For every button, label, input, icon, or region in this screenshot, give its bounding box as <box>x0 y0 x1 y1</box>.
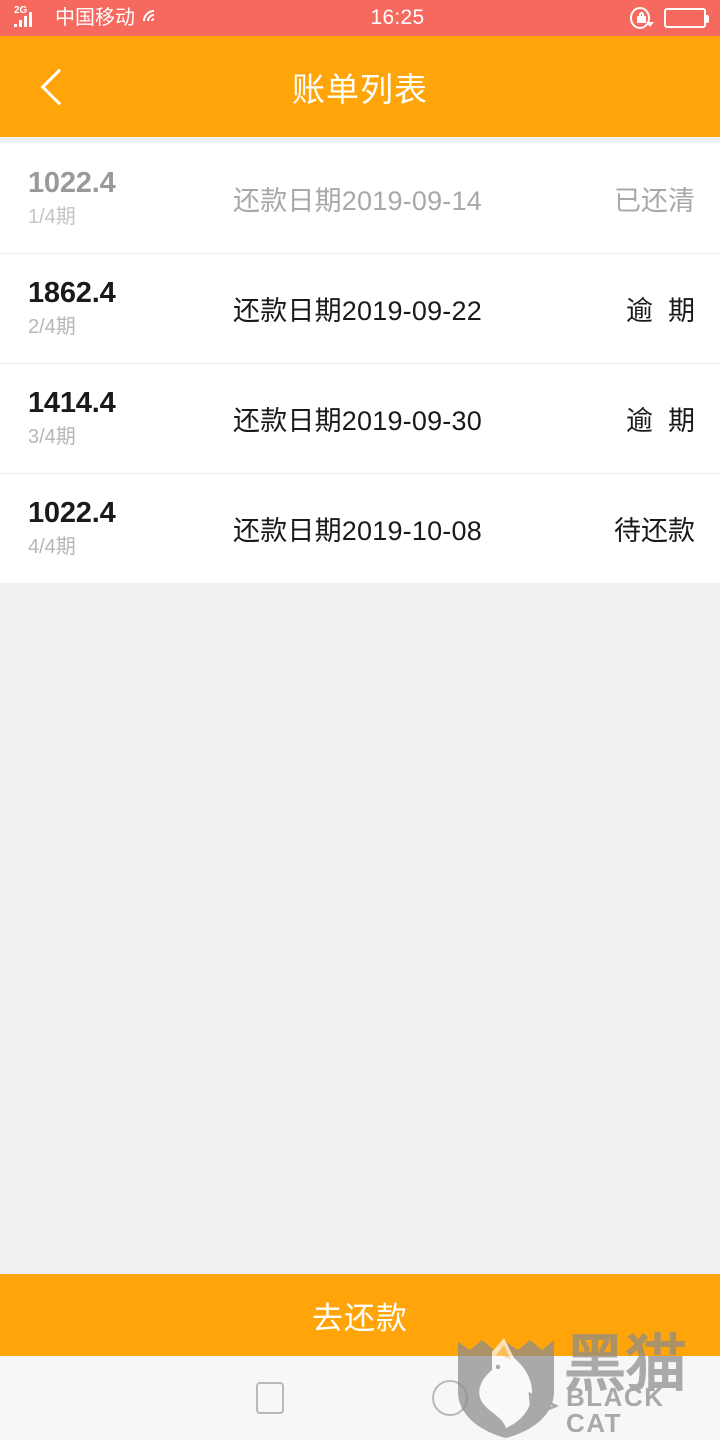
status-bar-right <box>629 6 709 30</box>
row-date-cell: 还款日期2019-09-14 <box>233 179 614 218</box>
signal-bars-glyph <box>14 12 32 27</box>
square-recents-icon <box>256 1382 284 1414</box>
home-button[interactable] <box>360 1380 540 1416</box>
row-amount-cell: 1862.4 2/4期 <box>28 276 233 341</box>
bill-date: 还款日期2019-09-22 <box>233 295 482 326</box>
android-nav-bar <box>0 1356 720 1440</box>
row-status-cell: 已还清 <box>614 179 695 218</box>
back-button[interactable] <box>0 36 110 137</box>
status-bar-left: 2G 中国移动 <box>14 5 170 37</box>
battery-icon <box>664 8 709 28</box>
recents-button[interactable] <box>180 1382 360 1414</box>
chevron-left-icon <box>40 68 78 105</box>
status-badge: 待还款 <box>614 515 695 546</box>
status-badge: 逾 期 <box>625 405 695 436</box>
table-row[interactable]: 1022.4 1/4期 还款日期2019-09-14 已还清 <box>0 143 720 253</box>
bill-amount: 1414.4 <box>28 386 116 419</box>
circle-home-icon <box>432 1380 468 1416</box>
content-spacer <box>0 583 720 1274</box>
bill-date: 还款日期2019-10-08 <box>233 515 482 546</box>
row-status-cell: 逾 期 <box>626 289 695 328</box>
table-row[interactable]: 1414.4 3/4期 还款日期2019-09-30 逾 期 <box>0 363 720 473</box>
go-to-repay-button[interactable]: 去还款 <box>0 1274 720 1356</box>
bill-date: 还款日期2019-09-30 <box>233 405 482 436</box>
wifi-icon <box>138 5 170 37</box>
row-date-cell: 还款日期2019-09-30 <box>233 399 626 438</box>
bill-period: 1/4期 <box>28 205 76 228</box>
bill-amount: 1022.4 <box>28 496 116 529</box>
status-badge: 逾 期 <box>625 295 695 326</box>
table-row[interactable]: 1862.4 2/4期 还款日期2019-09-22 逾 期 <box>0 253 720 363</box>
bill-date: 还款日期2019-09-14 <box>233 185 482 216</box>
table-row[interactable]: 1022.4 4/4期 还款日期2019-10-08 待还款 <box>0 473 720 583</box>
status-badge: 已还清 <box>614 185 695 216</box>
row-status-cell: 逾 期 <box>626 399 695 438</box>
phone-screen: 2G 中国移动 16:25 账单列表 1022.4 1/4期 还款日期2019-… <box>0 0 720 1440</box>
clock-label: 16:25 <box>370 6 425 29</box>
status-bar: 2G 中国移动 16:25 <box>0 0 720 37</box>
bill-period: 3/4期 <box>28 425 76 448</box>
bill-list: 1022.4 1/4期 还款日期2019-09-14 已还清 1862.4 2/… <box>0 143 720 583</box>
bill-period: 2/4期 <box>28 315 76 338</box>
carrier-label: 中国移动 <box>55 7 135 29</box>
row-amount-cell: 1414.4 3/4期 <box>28 386 233 451</box>
bill-period: 4/4期 <box>28 535 76 558</box>
row-amount-cell: 1022.4 4/4期 <box>28 496 233 561</box>
row-date-cell: 还款日期2019-10-08 <box>233 509 614 548</box>
row-date-cell: 还款日期2019-09-22 <box>233 289 626 328</box>
bill-amount: 1022.4 <box>28 166 116 199</box>
app-header: 账单列表 <box>0 36 720 137</box>
rotation-lock-icon <box>629 6 654 30</box>
row-status-cell: 待还款 <box>614 509 695 548</box>
bill-amount: 1862.4 <box>28 276 116 309</box>
signal-bars-icon: 2G <box>14 6 48 29</box>
row-amount-cell: 1022.4 1/4期 <box>28 166 233 231</box>
